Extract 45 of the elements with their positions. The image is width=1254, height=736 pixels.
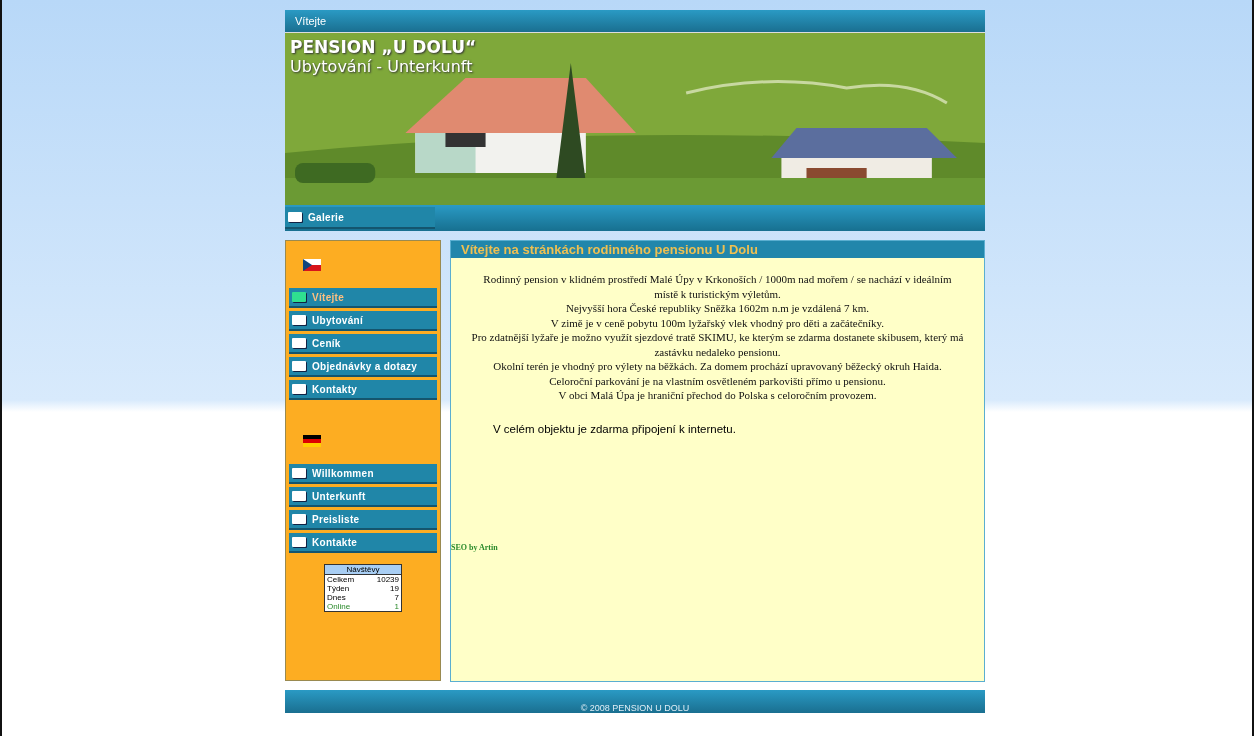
menu-item[interactable]: Ceník [289,334,437,354]
menu-item[interactable]: Vítejte [289,288,437,308]
page-title: Vítejte [295,15,327,27]
counter-label: Online [327,602,351,611]
german-flag-icon[interactable] [303,435,321,447]
menu-item[interactable]: Willkommen [289,464,437,484]
square-icon [292,491,306,501]
square-icon [292,537,306,547]
square-icon [292,384,306,394]
paragraph-line: V obci Malá Úpa je hraniční přechod do Polska s celoročním provozem. [557,388,878,403]
counter-title: Návštěvy [325,565,401,575]
content-heading: Vítejte na stránkách rodinného pensionu U Dolu [451,241,984,258]
counter-label: Dnes [327,593,346,602]
paragraph-line: Okolní terén je vhodný pro výlety na běžkách. Za domem prochází upravovaný běžecký okruh Haida. [492,359,943,374]
square-icon [292,468,306,478]
paragraph-line: Celoroční parkování je na vlastním osvětleném parkovišti přímo u pensionu. [548,373,887,388]
banner-subtitle: Ubytování - Unterkunft [290,57,474,76]
square-icon [288,212,302,222]
banner-title: PENSION „U DOLU“ [290,37,477,57]
paragraph-line: Nejvyšší hora České republiky Sněžka 1602m n.m je vzdálená 7 km. [564,301,870,316]
square-icon [292,292,306,302]
square-icon [292,361,306,371]
square-icon [292,315,306,325]
internet-note: V celém objektu je zdarma připojení k internetu. [493,422,737,435]
menu-item[interactable]: Kontakte [289,533,437,553]
paragraph-line: Pro zdatnější lyžaře je možno využít sjezdové tratě SKIMU, ke kterým se zdarma dostanete skibusem, který má zastávku nedaleko pensionu. [471,330,964,359]
menu-item[interactable]: Kontakty [289,380,437,400]
counter-value: 10239 [376,575,399,584]
counter-value: 7 [394,593,399,602]
counter-value: 1 [394,602,399,611]
czech-flag-icon[interactable] [303,259,321,271]
counter-value: 19 [390,584,399,593]
menu-item[interactable]: Objednávky a dotazy [289,357,437,377]
square-icon [292,338,306,348]
gallery-link[interactable]: Galerie [285,207,435,229]
menu-item[interactable]: Unterkunft [289,487,437,507]
paragraph-line: V zimě je v ceně pobytu 100m lyžařský vlek vhodný pro děti a začátečníky. [549,315,886,330]
copyright-text: © 2008 PENSION U DOLU [580,703,690,713]
paragraph-line: Rodinný pension v klidném prostředí Malé Úpy v Krkonoších / 1000m nad mořem / se nachází v ideálním místě k turistickým výletům. [482,272,953,301]
menu-item[interactable]: Ubytování [289,311,437,331]
counter-label: Týden [327,584,350,593]
counter-label: Celkem [327,575,355,584]
menu-item[interactable]: Preisliste [289,510,437,530]
seo-link[interactable]: SEO by Artin [451,542,498,552]
square-icon [292,514,306,524]
